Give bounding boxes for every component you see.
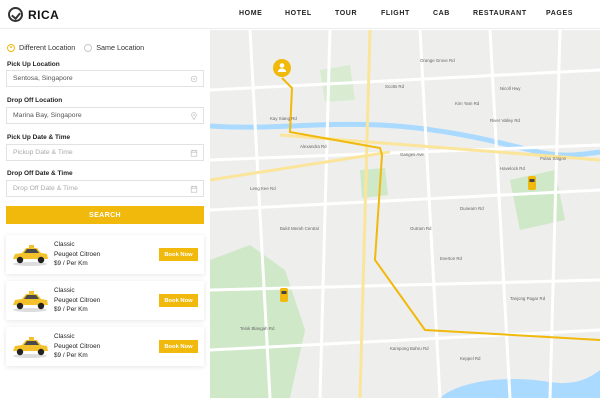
nav-home[interactable]: HOME (239, 10, 262, 17)
map-label: Leng Kee Rd (250, 186, 276, 191)
map-label: Everton Rd (440, 256, 463, 261)
car-model: Peugeot Citroen (54, 296, 101, 304)
map-label: Alexandra Rd (300, 144, 327, 149)
book-now-button[interactable]: Book Now (159, 248, 198, 261)
car-price: $9 / Per Km (54, 260, 88, 268)
map-label: Bukit Merah Central (280, 226, 319, 231)
start-location-pin[interactable] (273, 59, 291, 77)
taxi-car-icon (13, 245, 48, 266)
nav-restaurant[interactable]: RESTAURANT (473, 10, 527, 17)
taxi-car-icon (13, 291, 48, 312)
nav-pages[interactable]: PAGES (546, 10, 573, 17)
pickup-label: Pick Up Location (7, 61, 60, 68)
nav-tour[interactable]: TOUR (335, 10, 357, 17)
main-nav: HOME HOTEL TOUR FLIGHT CAB RESTAURANT PA… (0, 10, 600, 22)
car-card: Classic Peugeot Citroen $9 / Per Km Book… (6, 281, 204, 320)
map-label: Outram Rd (410, 226, 432, 231)
taxi-map-marker[interactable] (528, 176, 536, 190)
map-canvas[interactable]: Orange Grove Rd Scotts Rd Kay Siang Rd K… (210, 30, 600, 398)
map-label: Kampong Bahru Rd (390, 346, 429, 351)
map-label: Telok Blangah Rd (240, 326, 275, 331)
search-button[interactable]: SEARCH (6, 206, 204, 224)
car-class: Classic (54, 241, 75, 248)
book-now-button[interactable]: Book Now (159, 294, 198, 307)
dropoff-value: Marina Bay, Singapore (13, 112, 82, 119)
map-label: Scotts Rd (385, 84, 405, 89)
dropoff-date-input[interactable]: Drop Off Date & Time (6, 180, 204, 197)
taxi-map-marker[interactable] (280, 288, 288, 302)
radio-same-location-label[interactable]: Same Location (96, 43, 144, 52)
booking-panel: Different Location Same Location Pick Up… (0, 30, 210, 398)
location-mode: Different Location Same Location (7, 43, 144, 52)
map-label: Keppel Rd (460, 356, 481, 361)
nav-hotel[interactable]: HOTEL (285, 10, 312, 17)
map-label: Havelock Rd (500, 166, 525, 171)
pickup-value: Sentosa, Singapore (13, 75, 73, 82)
dropoff-input[interactable]: Marina Bay, Singapore (6, 107, 204, 124)
radio-different-location-label[interactable]: Different Location (19, 43, 75, 52)
calendar-icon (190, 149, 198, 157)
map-label: River Valley Rd (490, 118, 520, 123)
map-label: Pulau Saigon (540, 156, 567, 161)
radio-same-location[interactable] (84, 43, 93, 52)
pickup-date-label: Pick Up Date & Time (7, 134, 71, 141)
car-class: Classic (54, 287, 75, 294)
nav-cab[interactable]: CAB (433, 10, 450, 17)
car-card: Classic Peugeot Citroen $9 / Per Km Book… (6, 235, 204, 274)
map-pin-icon (191, 112, 197, 120)
dropoff-label: Drop Off Location (7, 97, 63, 104)
crosshair-icon[interactable] (190, 75, 198, 83)
dropoff-date-placeholder: Drop Off Date & Time (13, 185, 78, 192)
radio-different-location[interactable] (7, 43, 15, 52)
dropoff-date-label: Drop Off Date & Time (7, 170, 73, 177)
nav-flight[interactable]: FLIGHT (381, 10, 410, 17)
calendar-icon (190, 185, 198, 193)
map-label: Kay Siang Rd (270, 116, 297, 121)
car-model: Peugeot Citroen (54, 250, 101, 258)
map-label: Nicoll Hwy (500, 86, 521, 91)
book-now-button[interactable]: Book Now (159, 340, 198, 353)
car-info: Classic Peugeot Citroen $9 / Per Km (54, 332, 100, 361)
pickup-date-placeholder: Pickup Date & Time (13, 149, 73, 156)
car-model: Peugeot Citroen (54, 342, 101, 350)
map-label: Tanjong Pagar Rd (510, 296, 546, 301)
car-class: Classic (54, 333, 75, 340)
map-label: Orange Grove Rd (420, 58, 455, 63)
top-navbar: RICA HOME HOTEL TOUR FLIGHT CAB RESTAURA… (0, 0, 600, 29)
route-map[interactable]: Orange Grove Rd Scotts Rd Kay Siang Rd K… (210, 30, 600, 398)
taxi-car-icon (13, 337, 48, 358)
map-label: Ganges Ave (400, 152, 424, 157)
car-price: $9 / Per Km (54, 306, 88, 314)
car-price: $9 / Per Km (54, 352, 88, 360)
car-info: Classic Peugeot Citroen $9 / Per Km (54, 240, 100, 269)
car-info: Classic Peugeot Citroen $9 / Per Km (54, 286, 100, 315)
map-label: Kim Yam Rd (455, 101, 480, 106)
pickup-date-input[interactable]: Pickup Date & Time (6, 144, 204, 161)
car-card: Classic Peugeot Citroen $9 / Per Km Book… (6, 327, 204, 366)
pickup-input[interactable]: Sentosa, Singapore (6, 70, 204, 87)
map-label: Dunearn Rd (460, 206, 484, 211)
